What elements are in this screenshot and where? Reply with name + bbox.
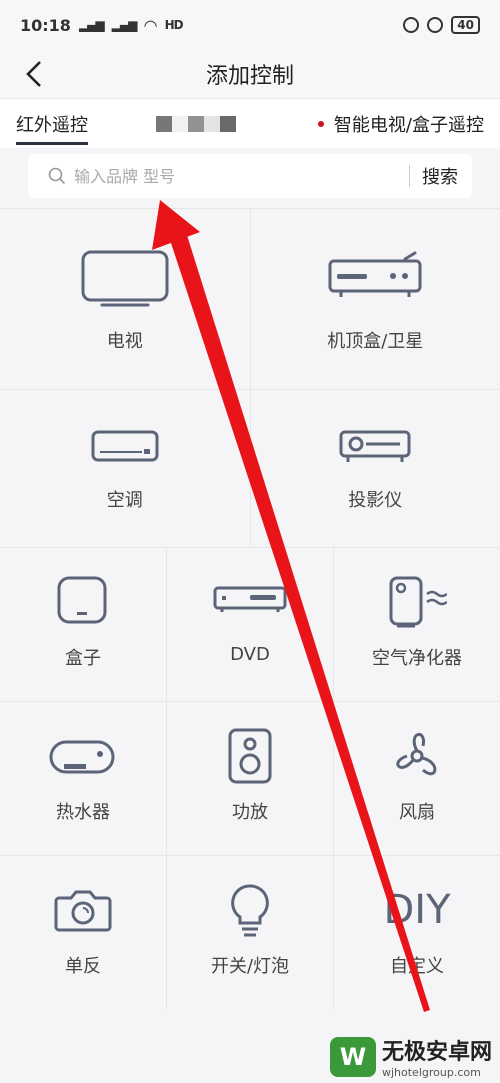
device-row: 空调 投影仪: [0, 389, 500, 547]
device-row: 单反 开关/灯泡 DIY 自定义: [0, 855, 500, 1009]
projector-icon: [339, 430, 411, 462]
status-bar: 10:18 ▂▄▆ ▂▄▆ ◠ HD 40: [0, 0, 500, 50]
water-heater-icon: [49, 740, 115, 774]
clock: 10:18: [20, 15, 71, 35]
device-row: 电视 机顶盒/卫星: [0, 208, 500, 389]
device-label: 投影仪: [348, 490, 403, 511]
divider: [409, 165, 410, 187]
wifi-icon: ◠: [144, 15, 157, 35]
device-label: DVD: [230, 644, 270, 665]
device-label: 空气净化器: [372, 648, 462, 669]
alarm-icon: [427, 17, 444, 33]
search-box: 搜索: [28, 154, 472, 198]
device-air-conditioner[interactable]: 空调: [0, 390, 251, 547]
device-label: 功放: [232, 802, 268, 823]
speaker-icon: [228, 728, 272, 784]
air-purifier-icon: [389, 576, 447, 628]
device-label: 电视: [106, 331, 143, 352]
camera-icon: [54, 890, 112, 932]
set-top-box-icon: [328, 251, 422, 297]
device-custom[interactable]: DIY 自定义: [334, 856, 500, 1009]
device-tv[interactable]: 电视: [0, 209, 251, 389]
device-dvd[interactable]: DVD: [167, 548, 334, 701]
device-label: 开关/灯泡: [210, 956, 290, 977]
device-row: 热水器 功放 风扇: [0, 701, 500, 855]
device-set-top-box[interactable]: 机顶盒/卫星: [251, 209, 500, 389]
tab-smart-tv[interactable]: 智能电视/盒子遥控: [317, 103, 490, 145]
search-area: 搜索: [0, 148, 500, 208]
back-arrow-icon: [26, 61, 41, 87]
device-label: 自定义: [390, 956, 444, 977]
device-fan[interactable]: 风扇: [334, 702, 500, 855]
watermark-logo-icon: W: [329, 1036, 376, 1077]
device-box[interactable]: 盒子: [0, 548, 167, 701]
device-speaker[interactable]: 功放: [167, 702, 334, 855]
device-label: 单反: [65, 956, 101, 977]
box-icon: [57, 576, 107, 624]
watermark: W 无极安卓网 wjhotelgroup.com: [329, 1034, 492, 1079]
tv-icon: [81, 250, 169, 307]
tab-infrared[interactable]: 红外遥控: [10, 103, 94, 145]
search-icon: [48, 167, 66, 185]
tab-blurred[interactable]: [156, 115, 236, 132]
device-water-heater[interactable]: 热水器: [0, 702, 167, 855]
device-air-purifier[interactable]: 空气净化器: [334, 548, 500, 701]
tab-bar: 红外遥控 智能电视/盒子遥控: [0, 98, 500, 148]
diy-icon: DIY: [383, 887, 451, 933]
status-left: 10:18 ▂▄▆ ▂▄▆ ◠ HD: [20, 15, 184, 35]
dvd-icon: [213, 586, 287, 612]
tab-smart-tv-label: 智能电视/盒子遥控: [333, 114, 484, 136]
hd-icon: HD: [164, 18, 184, 32]
back-button[interactable]: [16, 56, 52, 92]
watermark-title: 无极安卓网: [381, 1040, 492, 1065]
watermark-url: wjhotelgroup.com: [381, 1066, 481, 1079]
device-label: 风扇: [399, 802, 435, 823]
device-row: 盒子 DVD 空气净化器: [0, 547, 500, 701]
device-label: 盒子: [65, 648, 101, 669]
status-right: 40: [403, 16, 480, 34]
watermark-text: 无极安卓网 wjhotelgroup.com: [382, 1034, 492, 1079]
battery-icon: 40: [451, 16, 480, 34]
device-label: 机顶盒/卫星: [327, 331, 424, 352]
bulb-icon: [231, 884, 269, 937]
device-projector[interactable]: 投影仪: [251, 390, 500, 547]
fan-icon: [396, 733, 437, 776]
device-bulb[interactable]: 开关/灯泡: [167, 856, 334, 1009]
device-camera[interactable]: 单反: [0, 856, 167, 1009]
device-label: 热水器: [56, 802, 110, 823]
page-title: 添加控制: [205, 64, 294, 89]
device-label: 空调: [106, 490, 143, 511]
new-dot-badge: [317, 120, 324, 127]
search-input[interactable]: [74, 166, 409, 186]
device-grid: 电视 机顶盒/卫星 空调 投影仪 盒子 DVD 空气净化器 热水器 功放 风扇 …: [0, 208, 500, 1009]
search-button[interactable]: 搜索: [422, 163, 458, 189]
signal-icon: ▂▄▆: [78, 18, 105, 32]
signal-icon-2: ▂▄▆: [111, 18, 138, 32]
lock-rotation-icon: [403, 17, 420, 33]
air-conditioner-icon: [91, 430, 159, 462]
header: 添加控制: [0, 50, 500, 98]
